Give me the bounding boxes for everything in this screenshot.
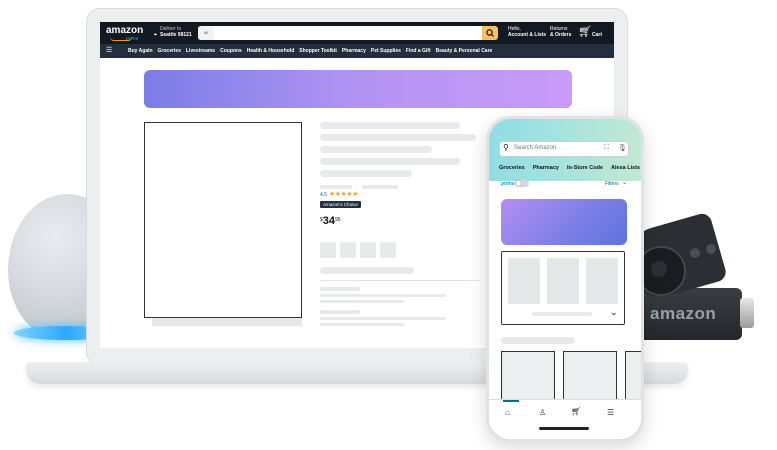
search-button[interactable] — [482, 26, 498, 40]
detail-placeholder — [320, 323, 404, 326]
nav-beauty[interactable]: Beauty & Personal Care — [436, 48, 493, 54]
phone-category[interactable]: Groceries — [499, 165, 525, 171]
nav-livestreams[interactable]: Livestreams — [186, 48, 215, 54]
amazons-choice-badge: Amazon's Choice — [320, 201, 361, 208]
search-icon: ⚲ — [503, 143, 509, 152]
filters-link[interactable]: Filters — [605, 181, 619, 187]
smile-icon — [110, 37, 132, 41]
variant-swatch[interactable] — [320, 242, 336, 258]
nav-links: Buy Again Groceries Livestreams Coupons … — [128, 48, 492, 54]
search-icon — [486, 29, 494, 37]
title-placeholder — [320, 170, 412, 177]
detail-placeholder — [320, 294, 446, 297]
product-thumbnail[interactable] — [586, 258, 618, 304]
camera-scan-icon[interactable]: ⛶ — [604, 144, 609, 152]
stick-logo: amazon — [650, 304, 717, 323]
price: $ 34 95 — [320, 216, 341, 227]
nav-health-household[interactable]: Health & Household — [247, 48, 295, 54]
chevron-down-icon[interactable]: ⌄ — [610, 307, 618, 318]
phone-product-card[interactable]: ⌄ — [501, 251, 625, 325]
phone-category[interactable]: Alexa Lists — [611, 165, 640, 171]
amazon-logo[interactable]: amazon — [106, 25, 143, 36]
nav-buy-again[interactable]: Buy Again — [128, 48, 153, 54]
nav-groceries[interactable]: Groceries — [158, 48, 181, 54]
remote-select-button — [651, 261, 667, 277]
nav-pet-supplies[interactable]: Pet Supplies — [371, 48, 401, 54]
phone-category-bar: Groceries Pharmacy In-Store Code Alexa L… — [489, 159, 641, 177]
location-icon: ⌖ — [154, 32, 157, 38]
cart-icon[interactable]: 🛒︎ — [578, 25, 592, 38]
phone-category[interactable]: Pharmacy — [533, 165, 559, 171]
star-rating-icon[interactable]: ★★★★★ — [329, 190, 358, 198]
detail-placeholder — [320, 287, 360, 291]
hdmi-plug — [740, 298, 754, 328]
divider — [320, 280, 480, 281]
remote-button — [690, 248, 700, 258]
variant-swatch[interactable] — [360, 242, 376, 258]
account-lists-link[interactable]: Account & Lists — [508, 32, 546, 38]
byline-placeholder — [320, 185, 352, 189]
phone: ⚲ Search Amazon ⛶ 🎙︎ Groceries Pharmacy … — [486, 116, 644, 442]
title-placeholder — [320, 122, 460, 129]
phone-search-input[interactable]: ⚲ Search Amazon ⛶ 🎙︎ — [499, 141, 629, 157]
nav-shopper-toolkit[interactable]: Shopper Toolkit — [299, 48, 337, 54]
byline-placeholder — [362, 185, 398, 189]
section-heading-placeholder — [501, 337, 575, 344]
promo-banner[interactable] — [144, 70, 572, 108]
prime-filter-label: prime — [501, 181, 515, 187]
phone-category[interactable]: In-Store Code — [567, 165, 603, 171]
amazon-nav-bar: ☰ Buy Again Groceries Livestreams Coupon… — [100, 44, 614, 58]
home-indicator — [539, 427, 589, 430]
deliver-location[interactable]: Seattle 98121 — [160, 32, 192, 38]
amazon-header: amazon prime Deliver to ⌖ Seattle 98121 … — [100, 22, 614, 44]
detail-placeholder — [320, 300, 404, 303]
cart-icon[interactable]: 🛒︎ — [571, 407, 581, 416]
price-fraction: 95 — [335, 217, 341, 223]
variant-swatch[interactable] — [340, 242, 356, 258]
title-placeholder — [320, 134, 476, 141]
rating-value: 4.5 — [320, 192, 327, 198]
variant-swatch[interactable] — [380, 242, 396, 258]
orders-link[interactable]: & Orders — [550, 32, 571, 38]
phone-search-placeholder: Search Amazon — [514, 145, 557, 151]
active-tab-indicator — [503, 400, 519, 402]
product-tile[interactable] — [501, 351, 555, 402]
microphone-icon[interactable]: 🎙︎ — [618, 144, 627, 152]
search-category-dropdown[interactable]: All — [198, 26, 214, 40]
title-placeholder — [320, 158, 460, 165]
remote-button — [706, 244, 716, 254]
home-icon[interactable]: ⌂ — [505, 408, 510, 417]
search-input[interactable] — [198, 26, 488, 40]
nav-coupons[interactable]: Coupons — [220, 48, 242, 54]
product-thumbnail[interactable] — [547, 258, 579, 304]
prime-toggle[interactable] — [515, 180, 529, 187]
title-placeholder — [320, 146, 432, 153]
chevron-down-icon[interactable]: ⌄ — [622, 179, 627, 186]
menu-icon[interactable]: ☰ — [607, 408, 614, 417]
phone-promo-banner[interactable] — [501, 199, 627, 245]
profile-icon[interactable]: ♙ — [539, 408, 546, 417]
cart-label[interactable]: Cart — [592, 32, 602, 38]
nav-pharmacy[interactable]: Pharmacy — [342, 48, 366, 54]
nav-find-a-gift[interactable]: Find a Gift — [406, 48, 431, 54]
detail-placeholder — [320, 310, 360, 314]
product-tile[interactable] — [625, 351, 641, 402]
product-tile[interactable] — [563, 351, 617, 402]
product-image[interactable] — [144, 122, 302, 318]
detail-placeholder — [320, 317, 446, 320]
phone-bottom-nav: ⌂ ♙ 🛒︎ ☰ — [489, 399, 641, 430]
menu-icon[interactable]: ☰ — [106, 46, 112, 54]
price-whole: 34 — [322, 215, 336, 227]
card-caption-placeholder — [532, 312, 592, 316]
product-thumbnail[interactable] — [508, 258, 540, 304]
detail-placeholder — [320, 267, 414, 274]
